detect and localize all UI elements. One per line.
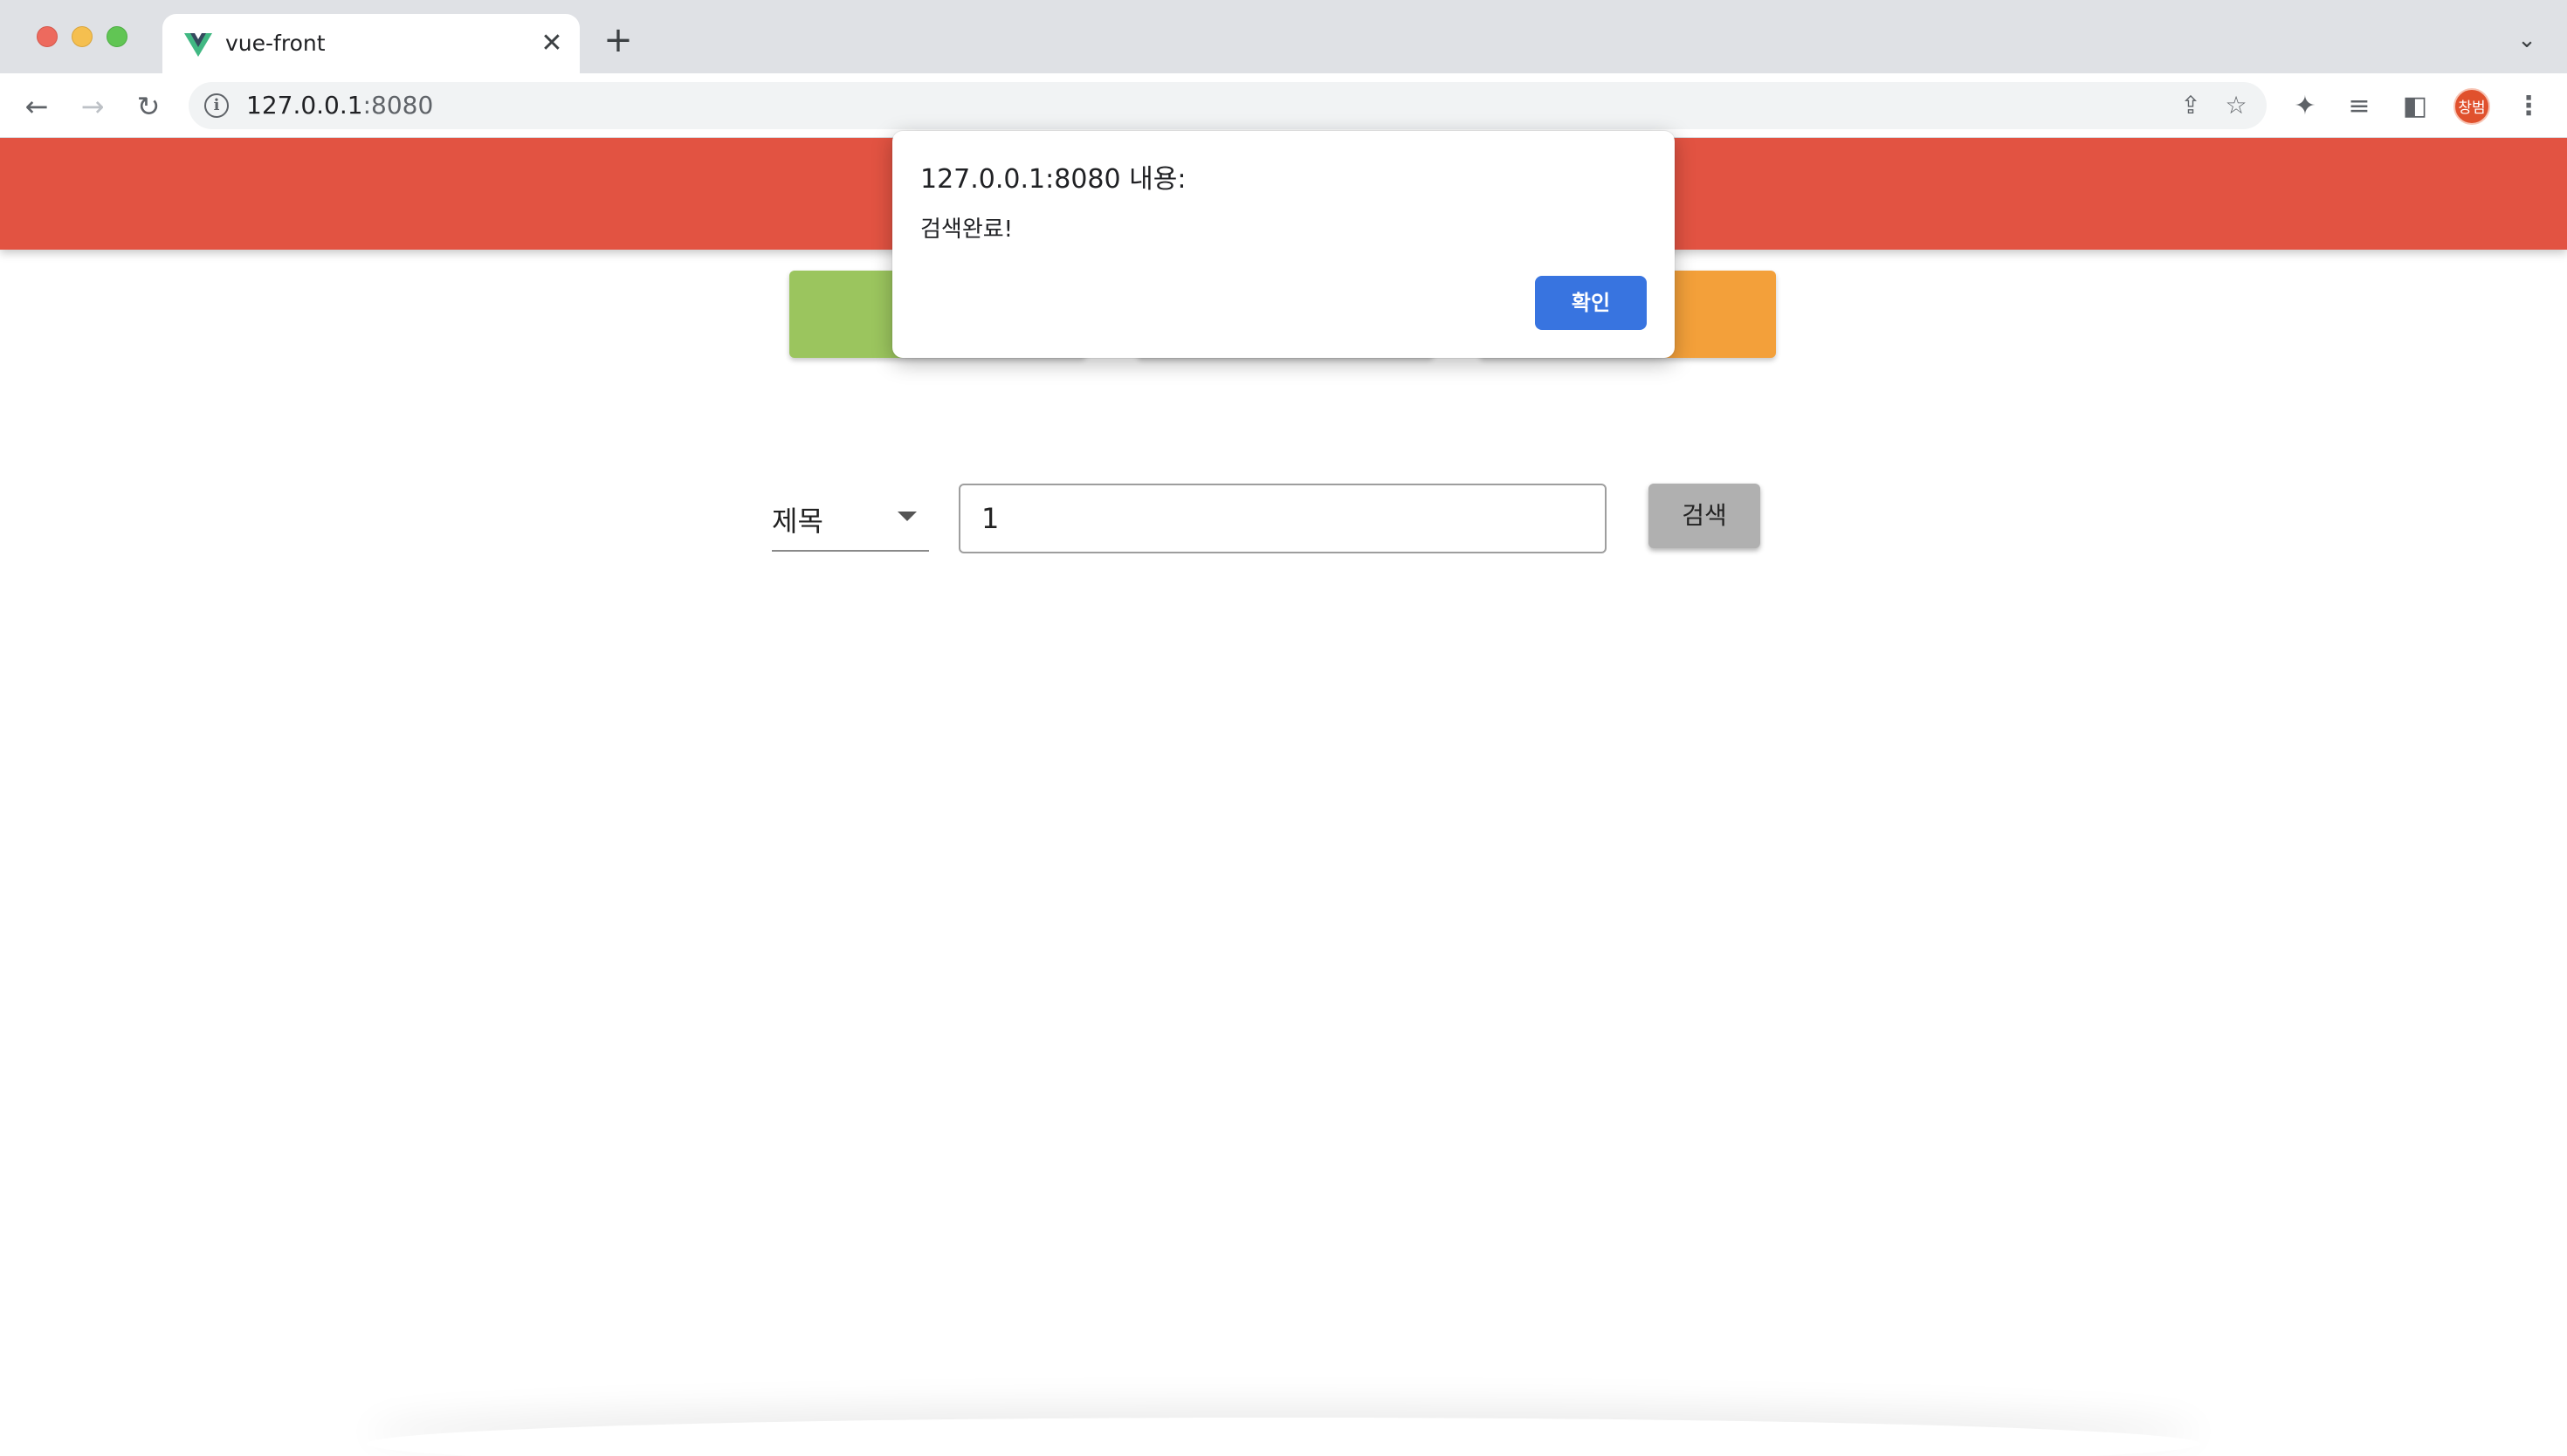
tab-strip: vue-front ✕ + ⌄ — [0, 0, 2567, 73]
media-control-icon[interactable]: ≡ — [2343, 91, 2375, 122]
address-url[interactable]: 127.0.0.1:8080 — [246, 91, 433, 120]
maximize-window-button[interactable] — [107, 26, 127, 47]
footer-shadow — [367, 1418, 2200, 1456]
tab-title: vue-front — [225, 31, 326, 56]
profile-avatar[interactable]: 창범 — [2453, 88, 2490, 125]
browser-menu-icon[interactable]: ⋮ — [2513, 91, 2544, 122]
search-type-value: 제목 — [772, 505, 823, 538]
vue-logo-icon — [184, 33, 212, 57]
dialog-ok-button[interactable]: 확인 — [1535, 276, 1647, 330]
address-bar[interactable]: i 127.0.0.1:8080 ⇪ ☆ — [189, 82, 2267, 129]
url-port: :8080 — [362, 91, 434, 120]
url-host: 127.0.0.1 — [246, 91, 363, 120]
side-panel-icon[interactable]: ◧ — [2399, 91, 2431, 122]
search-type-select[interactable]: 제목 — [772, 482, 929, 552]
extensions-puzzle-icon[interactable]: ✦ — [2289, 91, 2321, 122]
search-input[interactable] — [959, 484, 1607, 553]
search-button[interactable]: 검색 — [1648, 484, 1760, 548]
browser-window: vue-front ✕ + ⌄ ← → ↻ i 127.0.0.1:8080 ⇪… — [0, 0, 2567, 1456]
reload-icon[interactable]: ↻ — [131, 89, 166, 124]
new-tab-icon[interactable]: + — [601, 23, 636, 58]
bookmark-star-icon[interactable]: ☆ — [2223, 93, 2249, 119]
share-icon[interactable]: ⇪ — [2178, 93, 2204, 119]
tab-close-icon[interactable]: ✕ — [538, 30, 566, 58]
browser-toolbar: ← → ↻ i 127.0.0.1:8080 ⇪ ☆ ✦ ≡ ◧ 창범 ⋮ — [0, 73, 2567, 138]
dropdown-arrow-icon — [898, 512, 917, 521]
dialog-title: 127.0.0.1:8080 내용: — [920, 164, 1187, 195]
site-info-icon[interactable]: i — [204, 93, 229, 118]
close-window-button[interactable] — [37, 26, 58, 47]
forward-arrow-icon[interactable]: → — [75, 89, 110, 124]
tab-search-icon[interactable]: ⌄ — [2513, 26, 2541, 54]
minimize-window-button[interactable] — [72, 26, 93, 47]
browser-tab-active[interactable]: vue-front ✕ — [162, 14, 580, 73]
dialog-message: 검색완료! — [920, 216, 1014, 243]
back-arrow-icon[interactable]: ← — [19, 89, 54, 124]
alert-dialog: 127.0.0.1:8080 내용: 검색완료! 확인 — [892, 131, 1675, 358]
